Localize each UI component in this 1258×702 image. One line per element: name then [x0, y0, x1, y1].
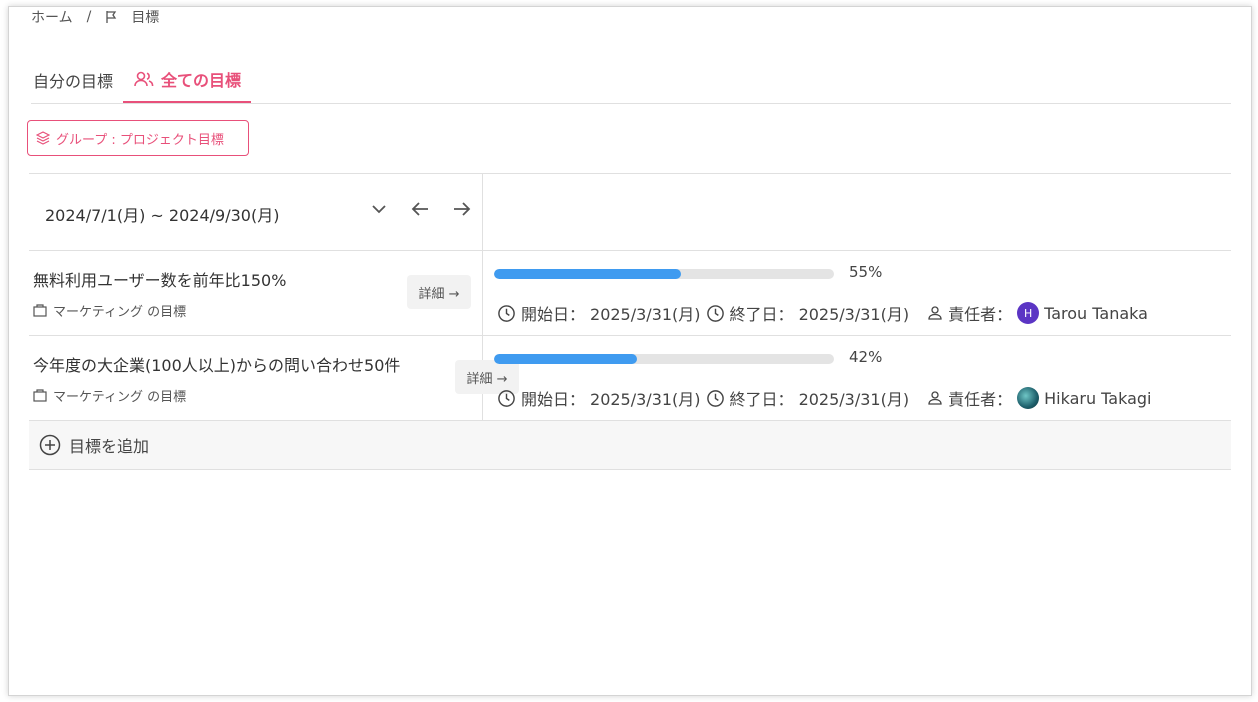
goals-table: 2024/7/1(月) ~ 2024/9/30(月) 無料利用ユーザー数を前年比…	[29, 173, 1231, 470]
goal-tabs: 自分の目標 全ての目標	[31, 57, 1231, 104]
chevron-down-icon[interactable]	[370, 200, 388, 218]
end-date-label: 終了日：	[729, 305, 794, 324]
clock-icon	[706, 304, 725, 323]
folder-icon	[33, 389, 47, 402]
progress-percent: 42%	[849, 348, 883, 366]
breadcrumb-separator: /	[86, 9, 92, 25]
table-header-row: 2024/7/1(月) ~ 2024/9/30(月)	[29, 174, 1231, 251]
group-filter-chip[interactable]: グループ : プロジェクト目標	[27, 120, 249, 156]
period-label: 2024/7/1(月) ~ 2024/9/30(月)	[45, 206, 280, 225]
owner-label: 責任者：	[948, 390, 1013, 409]
group-filter-label: グループ : プロジェクト目標	[56, 132, 224, 148]
app-window: ホーム / 目標 自分の目標 全ての目標 グループ : プロジェクト目標 202…	[8, 6, 1252, 696]
end-date-label: 終了日：	[729, 390, 794, 409]
goal-category-label: マーケティング の目標	[53, 305, 187, 320]
layers-icon	[36, 131, 50, 145]
goal-category: マーケティング の目標	[33, 301, 186, 320]
add-goal-label: 目標を追加	[69, 437, 150, 456]
end-date: 2025/3/31(月)	[798, 390, 910, 409]
goal-meta: 開始日： 2025/3/31(月) 終了日： 2025/3/31(月) 責任者：…	[497, 386, 1152, 410]
tab-label: 全ての目標	[161, 71, 242, 90]
clock-icon	[497, 389, 516, 408]
goal-row[interactable]: 今年度の大企業(100人以上)からの問い合わせ50件 マーケティング の目標 詳…	[29, 336, 1231, 421]
users-icon	[133, 70, 155, 88]
progress-fill	[494, 269, 681, 279]
owner-name: Tarou Tanaka	[1044, 303, 1148, 323]
goal-row[interactable]: 無料利用ユーザー数を前年比150% マーケティング の目標 詳細 → 55% 開…	[29, 251, 1231, 336]
goal-meta: 開始日： 2025/3/31(月) 終了日： 2025/3/31(月) 責任者：…	[497, 301, 1148, 325]
avatar: H	[1017, 302, 1040, 324]
owner-name: Hikaru Takagi	[1044, 388, 1152, 408]
arrow-right-icon[interactable]	[452, 200, 472, 218]
progress-percent: 55%	[849, 263, 883, 281]
breadcrumb-item-goals[interactable]: 目標	[131, 7, 159, 27]
goal-title[interactable]: 今年度の大企業(100人以上)からの問い合わせ50件	[33, 352, 400, 376]
progress-bar	[494, 354, 834, 364]
flag-icon	[105, 10, 117, 24]
goal-category: マーケティング の目標	[33, 386, 186, 405]
breadcrumb: ホーム / 目標	[31, 8, 159, 26]
tab-my-goals[interactable]: 自分の目標	[31, 57, 123, 103]
folder-icon	[33, 304, 47, 317]
end-date: 2025/3/31(月)	[798, 305, 910, 324]
detail-label: 詳細 →	[418, 286, 460, 302]
tab-label: 自分の目標	[33, 72, 114, 91]
breadcrumb-item-home[interactable]: ホーム	[31, 7, 73, 27]
tab-all-goals[interactable]: 全ての目標	[123, 57, 252, 103]
goal-category-label: マーケティング の目標	[53, 390, 187, 405]
user-icon	[927, 305, 943, 321]
start-date: 2025/3/31(月)	[590, 390, 701, 409]
arrow-left-icon[interactable]	[410, 200, 430, 218]
user-icon	[927, 390, 943, 406]
start-date: 2025/3/31(月)	[590, 305, 701, 324]
avatar	[1017, 387, 1040, 409]
progress-bar	[494, 269, 834, 279]
clock-icon	[497, 304, 516, 323]
plus-circle-icon	[39, 434, 61, 456]
start-date-label: 開始日：	[521, 305, 586, 324]
owner-label: 責任者：	[948, 305, 1013, 324]
clock-icon	[706, 389, 725, 408]
start-date-label: 開始日：	[521, 390, 586, 409]
add-goal-button[interactable]: 目標を追加	[29, 421, 1231, 470]
goal-title[interactable]: 無料利用ユーザー数を前年比150%	[33, 267, 286, 291]
detail-button[interactable]: 詳細 →	[407, 275, 471, 309]
progress-fill	[494, 354, 637, 364]
